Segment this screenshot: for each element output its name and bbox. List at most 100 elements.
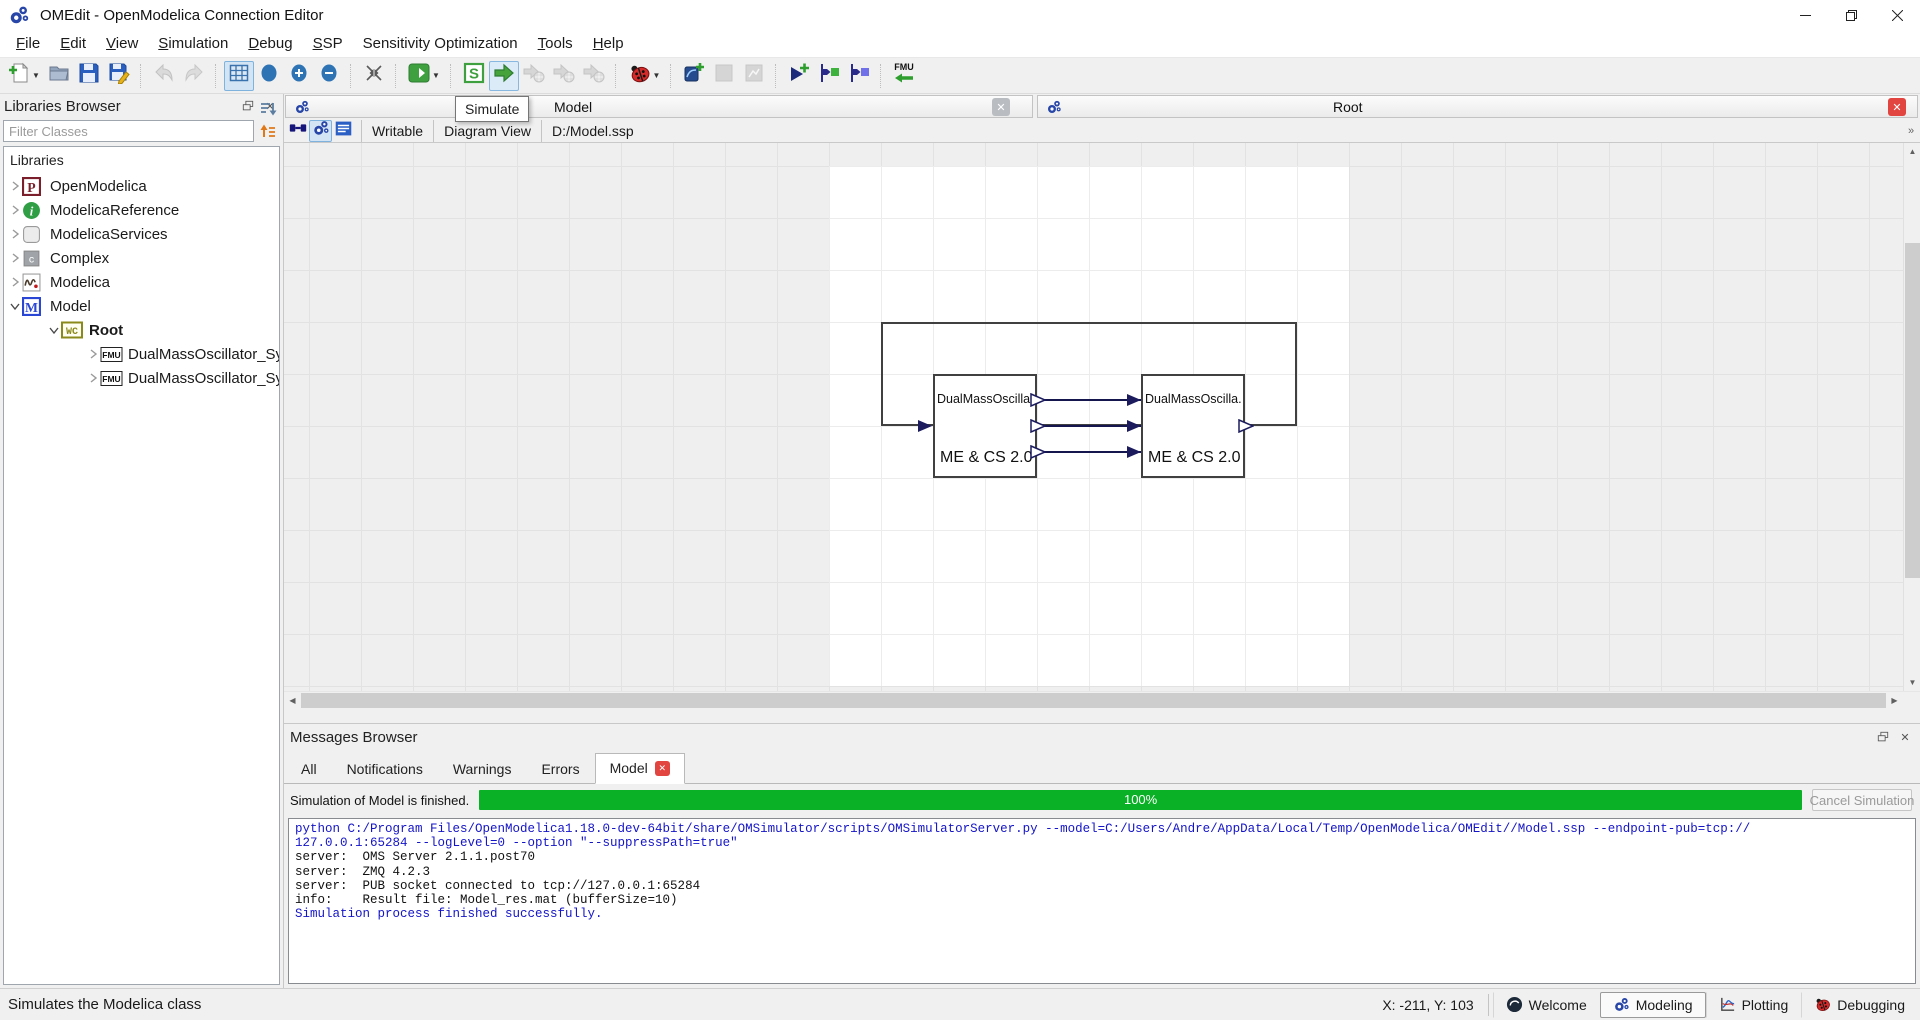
menu-help[interactable]: Help <box>583 32 634 55</box>
submodel-block-system1[interactable]: DualMassOscilla... ME & CS 2.0 <box>933 374 1037 478</box>
new-parametric-plot-window-button[interactable] <box>709 61 739 91</box>
plotting-perspective-button[interactable]: Plotting <box>1706 992 1802 1018</box>
debug-button[interactable]: ▼ <box>624 61 664 91</box>
dock-splitter[interactable] <box>284 708 1920 723</box>
menu-tools[interactable]: Tools <box>528 32 583 55</box>
messages-tab-all[interactable]: All <box>286 754 332 784</box>
messages-tab-warnings[interactable]: Warnings <box>438 754 527 784</box>
chevron-right-icon[interactable] <box>8 204 22 216</box>
tree-item-openmodelica[interactable]: POpenModelica <box>4 174 279 198</box>
text-view-button[interactable] <box>332 120 355 142</box>
new-plot-window-button[interactable] <box>679 61 709 91</box>
block2-input-port-2[interactable] <box>1126 419 1142 433</box>
chevron-right-icon[interactable] <box>86 348 100 360</box>
dropdown-arrow-icon[interactable]: ▼ <box>653 71 661 80</box>
block1-output-port-1[interactable] <box>1030 393 1046 407</box>
model-window-close-icon[interactable]: ✕ <box>992 98 1010 116</box>
close-dock-icon[interactable]: ✕ <box>1896 729 1914 745</box>
vertical-scroll-thumb[interactable] <box>1905 243 1920 578</box>
add-connector-button[interactable] <box>814 61 844 91</box>
messages-tab-model[interactable]: Model✕ <box>595 753 685 784</box>
instantiate-model-button[interactable]: ▼ <box>404 61 444 91</box>
add-system-button[interactable] <box>784 61 814 91</box>
menu-ssp[interactable]: SSP <box>303 32 353 55</box>
reset-zoom-button[interactable] <box>254 61 284 91</box>
chevron-down-icon[interactable] <box>8 301 22 311</box>
writable-label[interactable]: Writable <box>368 123 427 139</box>
dropdown-arrow-icon[interactable]: ▼ <box>432 71 440 80</box>
chevron-right-icon[interactable] <box>86 372 100 384</box>
tab-close-icon[interactable]: ✕ <box>655 761 670 776</box>
block2-output-port[interactable] <box>1238 419 1254 433</box>
block2-input-port-1[interactable] <box>1126 393 1142 407</box>
chevron-right-icon[interactable] <box>8 228 22 240</box>
tree-item-dualmassoscillator_system1[interactable]: FMUDualMassOscillator_System1 <box>4 366 279 390</box>
scroll-up-icon[interactable]: ▲ <box>1904 143 1920 160</box>
debugging-perspective-button[interactable]: Debugging <box>1801 992 1918 1018</box>
redo-button[interactable] <box>179 61 209 91</box>
undo-button[interactable] <box>149 61 179 91</box>
close-button[interactable] <box>1874 0 1920 30</box>
menu-simulation[interactable]: Simulation <box>148 32 238 55</box>
toolbar-overflow-icon[interactable]: » <box>1904 125 1918 137</box>
block1-input-port[interactable] <box>917 419 933 433</box>
dropdown-arrow-icon[interactable]: ▼ <box>32 71 40 80</box>
save-button[interactable] <box>74 61 104 91</box>
collapse-all-button[interactable] <box>256 120 280 142</box>
menu-edit[interactable]: Edit <box>50 32 96 55</box>
chevron-right-icon[interactable] <box>8 180 22 192</box>
tree-item-model[interactable]: MModel <box>4 294 279 318</box>
filter-classes-input[interactable] <box>3 120 254 142</box>
chevron-right-icon[interactable] <box>8 276 22 288</box>
simulate-transformational-debugger-button[interactable] <box>519 61 549 91</box>
tree-item-root[interactable]: WCRoot <box>4 318 279 342</box>
scroll-right-icon[interactable]: ▶ <box>1886 692 1903 709</box>
open-file-button[interactable] <box>44 61 74 91</box>
new-model-button[interactable]: ▼ <box>4 61 44 91</box>
block2-input-port-3[interactable] <box>1126 445 1142 459</box>
minimize-button[interactable] <box>1782 0 1828 30</box>
messages-tab-errors[interactable]: Errors <box>526 754 594 784</box>
horizontal-scroll-thumb[interactable] <box>301 693 1886 708</box>
restore-button[interactable] <box>1828 0 1874 30</box>
tree-item-dualmassoscillator_system2[interactable]: FMUDualMassOscillator_System2 <box>4 342 279 366</box>
vertical-scrollbar[interactable]: ▲ ▼ <box>1903 143 1920 691</box>
simulate-animation-button[interactable] <box>579 61 609 91</box>
root-window-titlebar[interactable]: Root ✕ <box>1037 95 1918 118</box>
tree-item-modelicareference[interactable]: iModelicaReference <box>4 198 279 222</box>
chevron-down-icon[interactable] <box>47 325 61 335</box>
block1-output-port-2[interactable] <box>1030 419 1046 433</box>
modeling-perspective-button[interactable]: Modeling <box>1600 992 1706 1018</box>
sort-classes-button[interactable] <box>256 98 280 120</box>
cancel-simulation-button[interactable]: Cancel Simulation <box>1812 789 1912 811</box>
scroll-down-icon[interactable]: ▼ <box>1904 674 1920 691</box>
messages-tab-notifications[interactable]: Notifications <box>332 754 438 784</box>
menu-debug[interactable]: Debug <box>238 32 302 55</box>
float-dock-icon[interactable] <box>1874 729 1892 745</box>
tree-item-modelicaservices[interactable]: ModelicaServices <box>4 222 279 246</box>
diagram-view-button[interactable] <box>309 120 332 142</box>
simulate-button[interactable] <box>489 61 519 91</box>
fit-to-diagram-button[interactable] <box>359 61 389 91</box>
zoom-out-button[interactable] <box>314 61 344 91</box>
add-bus-button[interactable] <box>844 61 874 91</box>
simulate-algorithmic-debugger-button[interactable] <box>549 61 579 91</box>
horizontal-scrollbar[interactable]: ◀ ▶ <box>284 691 1920 708</box>
save-as-button[interactable] <box>104 61 134 91</box>
toggle-grid-button[interactable] <box>224 61 254 91</box>
simulation-setup-button[interactable]: S <box>459 61 489 91</box>
scroll-left-icon[interactable]: ◀ <box>284 692 301 709</box>
new-animation-window-button[interactable] <box>739 61 769 91</box>
root-window-close-icon[interactable]: ✕ <box>1888 98 1906 116</box>
model-window-titlebar[interactable]: Model ✕ <box>285 95 1033 118</box>
tree-item-modelica[interactable]: Modelica <box>4 270 279 294</box>
submodel-block-system2[interactable]: DualMassOscilla... ME & CS 2.0 <box>1141 374 1245 478</box>
zoom-in-button[interactable] <box>284 61 314 91</box>
menu-file[interactable]: File <box>6 32 50 55</box>
add-submodel-button[interactable]: FMU <box>889 61 919 91</box>
tree-item-complex[interactable]: cComplex <box>4 246 279 270</box>
chevron-right-icon[interactable] <box>8 252 22 264</box>
block1-output-port-3[interactable] <box>1030 445 1046 459</box>
diagram-canvas[interactable]: DualMassOscilla... ME & CS 2.0 DualMassO… <box>284 143 1903 691</box>
icon-view-button[interactable] <box>286 120 309 142</box>
